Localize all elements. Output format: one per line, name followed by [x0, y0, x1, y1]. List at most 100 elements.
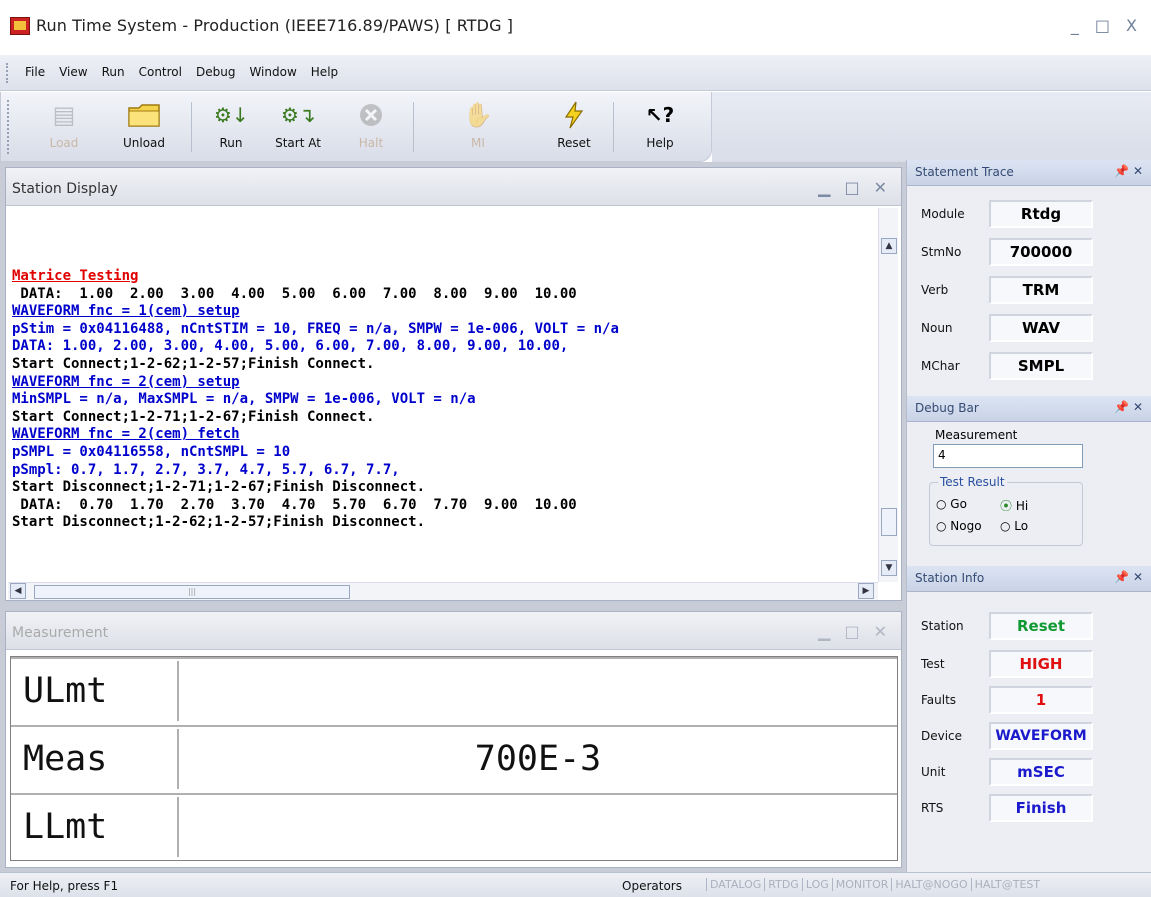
console-line: Start Connect;1-2-71;1-2-67;Finish Conne… — [12, 408, 375, 425]
maximize-button[interactable]: □ — [844, 622, 859, 641]
debug-bar-panel: Debug Bar 📌 ✕ Measurement 4 Test Result … — [906, 396, 1151, 566]
scroll-thumb[interactable] — [881, 508, 897, 536]
toolbar-separator — [191, 102, 192, 152]
console-line: WAVEFORM fnc = 1(cem) setup — [12, 303, 240, 320]
menu-control[interactable]: Control — [132, 65, 189, 79]
console-line: DATA: 1.00, 2.00, 3.00, 4.00, 5.00, 6.00… — [12, 338, 569, 355]
measurement-window: Measurement ▁ □ ✕ ULmt Meas 700E-3 LLmt — [5, 611, 902, 868]
scroll-thumb[interactable]: ||| — [34, 585, 350, 599]
statement-trace-caption: Statement Trace 📌 ✕ — [907, 160, 1151, 186]
row-label: Meas — [13, 729, 179, 789]
measurement-title: Measurement — [12, 625, 109, 641]
menu-help[interactable]: Help — [304, 65, 345, 79]
status-help-text: For Help, press F1 — [10, 879, 119, 893]
indicator-log: LOG — [801, 878, 832, 891]
row-label: LLmt — [13, 797, 179, 857]
folder-icon — [127, 100, 161, 130]
radio-hi[interactable]: ⦿ Hi — [1000, 497, 1028, 514]
console-line: WAVEFORM fnc = 2(cem) setup — [12, 373, 240, 390]
menu-window[interactable]: Window — [242, 65, 303, 79]
scroll-left-button[interactable]: ◀ — [10, 583, 26, 599]
toolbar: ▤ Load Unload ⚙↓ Run ⚙↴ Start At Halt ✋ … — [0, 92, 712, 162]
window-controls: _ □ X — [1071, 16, 1137, 35]
maximize-button[interactable]: □ — [1095, 16, 1110, 35]
mi-button[interactable]: ✋ MI — [443, 98, 513, 156]
console-line: pSMPL = 0x04116558, nCntSMPL = 10 — [12, 443, 291, 460]
pin-icon[interactable]: 📌 — [1114, 570, 1129, 584]
unload-button[interactable]: Unload — [109, 98, 179, 156]
console-line: Start Disconnect;1-2-62;1-2-57;Finish Di… — [12, 514, 426, 531]
station-display-window: Station Display ▁ □ ✕ Matrice Testing DA… — [5, 167, 902, 601]
load-icon: ▤ — [52, 101, 76, 129]
toolbar-separator — [613, 102, 614, 152]
start-at-button[interactable]: ⚙↴ Start At — [263, 98, 333, 156]
close-icon[interactable]: ✕ — [1133, 570, 1143, 584]
row-value — [181, 797, 895, 857]
indicator-datalog: DATALOG — [706, 878, 764, 891]
minimize-button[interactable]: ▁ — [818, 178, 830, 197]
test-result-group: Test Result ○ Go ⦿ Hi ○ Nogo ○ Lo — [929, 475, 1083, 546]
status-bar: For Help, press F1 Operators DATALOG RTD… — [0, 872, 1151, 897]
radio-go[interactable]: ○ Go — [936, 497, 967, 511]
pin-icon[interactable]: 📌 — [1114, 164, 1129, 178]
measurement-label: Measurement — [935, 428, 1018, 442]
scroll-up-button[interactable]: ▲ — [881, 238, 897, 254]
toolbar-grip[interactable] — [7, 100, 10, 154]
station-display-caption: Station Display ▁ □ ✕ — [6, 168, 901, 206]
measurement-table: ULmt Meas 700E-3 LLmt — [10, 656, 898, 861]
measurement-caption: Measurement ▁ □ ✕ — [6, 612, 901, 650]
pin-icon[interactable]: 📌 — [1114, 400, 1129, 414]
menu-view[interactable]: View — [52, 65, 94, 79]
row-value: 700E-3 — [474, 739, 602, 779]
reset-button[interactable]: Reset — [539, 98, 609, 156]
help-button[interactable]: ↖? Help — [625, 98, 695, 156]
minimize-button[interactable]: _ — [1071, 16, 1079, 35]
radio-lo[interactable]: ○ Lo — [1000, 519, 1028, 533]
menu-grip[interactable] — [6, 63, 9, 83]
close-button[interactable]: ✕ — [874, 178, 887, 197]
halt-icon — [354, 100, 388, 130]
load-button[interactable]: ▤ Load — [29, 98, 99, 156]
halt-button[interactable]: Halt — [336, 98, 406, 156]
radio-nogo[interactable]: ○ Nogo — [936, 519, 982, 533]
toolbar-separator — [413, 102, 414, 152]
mi-icon: ✋ — [463, 101, 493, 129]
statement-trace-panel: Statement Trace 📌 ✕ Module Rtdg StmNo 70… — [906, 160, 1151, 396]
console-line: pSmpl: 0.7, 1.7, 2.7, 3.7, 4.7, 5.7, 6.7… — [12, 461, 400, 478]
lightning-icon — [557, 100, 591, 130]
help-icon: ↖? — [645, 103, 675, 127]
measurement-row-ulmt: ULmt — [11, 657, 897, 722]
station-output-console[interactable]: Matrice Testing DATA: 1.00 2.00 3.00 4.0… — [8, 208, 878, 582]
row-value — [181, 661, 895, 721]
measurement-input[interactable]: 4 — [933, 444, 1083, 468]
console-line: Start Connect;1-2-62;1-2-57;Finish Conne… — [12, 355, 375, 372]
run-button[interactable]: ⚙↓ Run — [196, 98, 266, 156]
console-line: MinSMPL = n/a, MaxSMPL = n/a, SMPW = 1e-… — [12, 391, 476, 408]
menu-debug[interactable]: Debug — [189, 65, 242, 79]
app-icon[interactable] — [10, 17, 30, 35]
status-operators: Operators — [622, 879, 682, 893]
indicator-rtdg: RTDG — [764, 878, 802, 891]
close-button[interactable]: ✕ — [874, 622, 887, 641]
menu-file[interactable]: File — [18, 65, 52, 79]
minimize-button[interactable]: ▁ — [818, 622, 830, 641]
station-info-caption: Station Info 📌 ✕ — [907, 566, 1151, 592]
menu-bar: File View Run Control Debug Window Help — [0, 55, 1151, 91]
scroll-down-button[interactable]: ▼ — [881, 560, 897, 576]
horizontal-scrollbar[interactable]: ◀ ||| ▶ — [8, 582, 878, 600]
console-line: pStim = 0x04116488, nCntSTIM = 10, FREQ … — [12, 320, 619, 337]
indicator-halt-nogo: HALT@NOGO — [891, 878, 970, 891]
console-line: DATA: 1.00 2.00 3.00 4.00 5.00 6.00 7.00… — [12, 285, 577, 302]
close-icon[interactable]: ✕ — [1133, 164, 1143, 178]
station-info-panel: Station Info 📌 ✕ Station Reset Test HIGH… — [906, 566, 1151, 872]
vertical-scrollbar[interactable]: ▲ ▼ — [878, 208, 898, 582]
maximize-button[interactable]: □ — [844, 178, 859, 197]
menu-run[interactable]: Run — [95, 65, 132, 79]
window-title: Run Time System - Production (IEEE716.89… — [36, 16, 514, 35]
station-display-title: Station Display — [12, 181, 118, 197]
close-button[interactable]: X — [1126, 16, 1137, 35]
measurement-row-meas: Meas 700E-3 — [11, 725, 897, 790]
scroll-right-button[interactable]: ▶ — [858, 583, 874, 599]
close-icon[interactable]: ✕ — [1133, 400, 1143, 414]
console-line: WAVEFORM fnc = 2(cem) fetch — [12, 426, 240, 443]
